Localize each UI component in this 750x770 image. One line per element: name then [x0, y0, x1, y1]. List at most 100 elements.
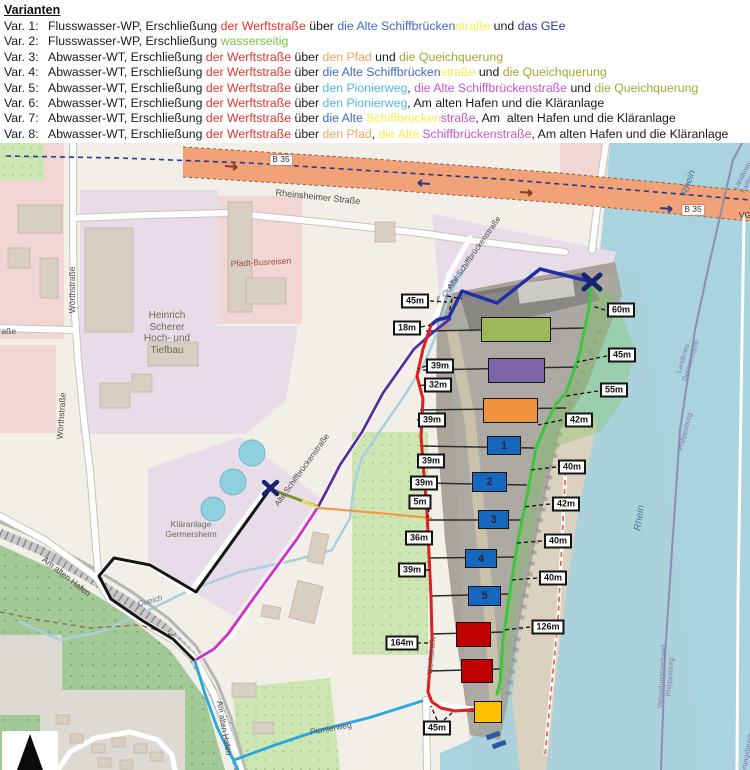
- variant-label: Var. 5:: [4, 81, 48, 96]
- distance-label: 42m: [565, 413, 593, 428]
- distance-label: 39m: [410, 476, 438, 491]
- legend-segment: Flusswasser-WP, Erschließung: [48, 19, 221, 33]
- residential-pink: [0, 345, 56, 433]
- legend-segment: über: [291, 65, 322, 79]
- legend-segment: die Alte: [323, 111, 367, 125]
- legend-segment: und: [372, 50, 399, 64]
- unit-box: [461, 659, 493, 683]
- legend-segment: der Werftstraße: [206, 81, 291, 95]
- legend-segment: straße: [441, 65, 476, 79]
- legend-segment: , Am alten Hafen und die Kläranlage: [407, 96, 604, 110]
- unit-box: [474, 701, 502, 723]
- legend-segment: über: [291, 127, 322, 141]
- legend-segment: die Alte Schiffbrückenstraße: [414, 81, 567, 95]
- legend-segment: ,: [372, 127, 379, 141]
- legend-segment: über: [291, 111, 322, 125]
- unit-box-5: 5: [468, 586, 501, 606]
- unit-box: [456, 622, 491, 647]
- distance-label: 5m: [408, 495, 431, 510]
- distance-label: 39m: [417, 454, 445, 469]
- variant-label: Var. 7:: [4, 111, 48, 126]
- legend-line-5: Var. 5:Abwasser-WT, Erschließung der Wer…: [4, 81, 750, 96]
- distance-label: 18m: [393, 321, 421, 336]
- legend-segment: Abwasser-WT, Erschließung: [48, 96, 206, 110]
- legend-segment: das GEe: [518, 19, 566, 33]
- legend-line-4: Var. 4:Abwasser-WT, Erschließung der Wer…: [4, 65, 750, 80]
- legend-segment: über: [306, 19, 337, 33]
- legend-segment: und: [475, 65, 502, 79]
- distance-label: 45m: [423, 721, 451, 736]
- legend-segment: Abwasser-WT, Erschließung: [48, 81, 206, 95]
- distance-label: 39m: [426, 359, 454, 374]
- distance-label: 40m: [539, 571, 567, 586]
- legend-segment: Abwasser-WT, Erschließung: [48, 50, 206, 64]
- legend-segment: Schiffbrücken: [366, 111, 440, 125]
- legend-line-7: Var. 7:Abwasser-WT, Erschließung der Wer…: [4, 111, 750, 126]
- allotment-green-corner: [0, 143, 44, 180]
- unit-box-3: 3: [478, 510, 509, 529]
- unit-box: [488, 358, 545, 383]
- north-arrow-icon: [17, 734, 43, 770]
- legend-segment: der Werftstraße: [206, 127, 291, 141]
- legend-line-3: Var. 3:Abwasser-WT, Erschließung der Wer…: [4, 50, 750, 65]
- variant-label: Var. 8:: [4, 127, 48, 142]
- legend-segment: den Pionierweg: [323, 81, 408, 95]
- legend-lines: Var. 1:Flusswasser-WP, Erschließung der …: [4, 19, 750, 142]
- distance-label: 45m: [401, 294, 429, 309]
- legend-segment: wasserseitig: [221, 34, 289, 48]
- legend-line-1: Var. 1:Flusswasser-WP, Erschließung der …: [4, 19, 750, 34]
- distance-label: 36m: [405, 531, 433, 546]
- distance-label: 40m: [544, 534, 572, 549]
- legend-segment: die Queichquerung: [594, 81, 698, 95]
- legend-segment: der Werftstraße: [206, 111, 291, 125]
- legend-line-6: Var. 6:Abwasser-WT, Erschließung der Wer…: [4, 96, 750, 111]
- variant-label: Var. 4:: [4, 65, 48, 80]
- distance-label: 42m: [552, 497, 580, 512]
- legend-line-2: Var. 2:Flusswasser-WP, Erschließung wass…: [4, 34, 750, 49]
- basemap-svg: [0, 143, 750, 770]
- legend-segment: Abwasser-WT, Erschließung: [48, 111, 206, 125]
- legend-segment: der Werftstraße: [206, 50, 291, 64]
- distance-label: 55m: [600, 383, 628, 398]
- legend-segment: über: [291, 50, 322, 64]
- legend-segment: Flusswasser-WP, Erschließung: [48, 34, 221, 48]
- unit-box-1: 1: [487, 436, 521, 455]
- variant-label: Var. 1:: [4, 19, 48, 34]
- legend-segment: der Werftstraße: [221, 19, 306, 33]
- legend-segment: die Alte Schiffbrücken: [337, 19, 455, 33]
- distance-label: 32m: [424, 378, 452, 393]
- variant-label: Var. 2:: [4, 34, 48, 49]
- legend-segment: straße: [441, 111, 476, 125]
- distance-label: 39m: [398, 563, 426, 578]
- legend-line-8: Var. 8:Abwasser-WT, Erschließung der Wer…: [4, 127, 750, 142]
- legend-segment: die Alte Schiffbrücken: [323, 65, 441, 79]
- variant-label: Var. 3:: [4, 50, 48, 65]
- residential-gray: [0, 635, 62, 715]
- unit-box: [483, 398, 538, 423]
- legend-segment: die Queichquerung: [503, 65, 607, 79]
- legend-segment: der Werftstraße: [206, 96, 291, 110]
- north-arrow: [2, 731, 58, 770]
- legend-segment: Schiffbrückenstraße: [422, 127, 531, 141]
- distance-label: 45m: [608, 348, 636, 363]
- legend-segment: Abwasser-WT, Erschließung: [48, 65, 206, 79]
- legend-segment: die Queichquerung: [399, 50, 503, 64]
- unit-box: [481, 317, 551, 342]
- legend-segment: und: [567, 81, 594, 95]
- legend: Varianten Var. 1:Flusswasser-WP, Erschli…: [0, 0, 750, 143]
- legend-segment: die Alte: [379, 127, 423, 141]
- unit-box-4: 4: [465, 549, 497, 568]
- legend-segment: über: [291, 81, 322, 95]
- legend-segment: über: [291, 96, 322, 110]
- legend-segment: , Am alten Hafen und die Kläranlage: [532, 127, 729, 141]
- legend-segment: den Pfad: [323, 50, 372, 64]
- figure: Varianten Var. 1:Flusswasser-WP, Erschli…: [0, 0, 750, 770]
- map: B 35B 35VGRheinsheimer StraßeWörthstraße…: [0, 143, 750, 770]
- legend-segment: straße: [455, 19, 490, 33]
- distance-label: 126m: [531, 620, 564, 635]
- legend-segment: der Werftstraße: [206, 65, 291, 79]
- legend-segment: den Pionierweg: [323, 96, 408, 110]
- distance-label: 164m: [385, 636, 418, 651]
- unit-box-2: 2: [472, 472, 507, 492]
- legend-segment: , Am alten Hafen und die Kläranlage: [475, 111, 675, 125]
